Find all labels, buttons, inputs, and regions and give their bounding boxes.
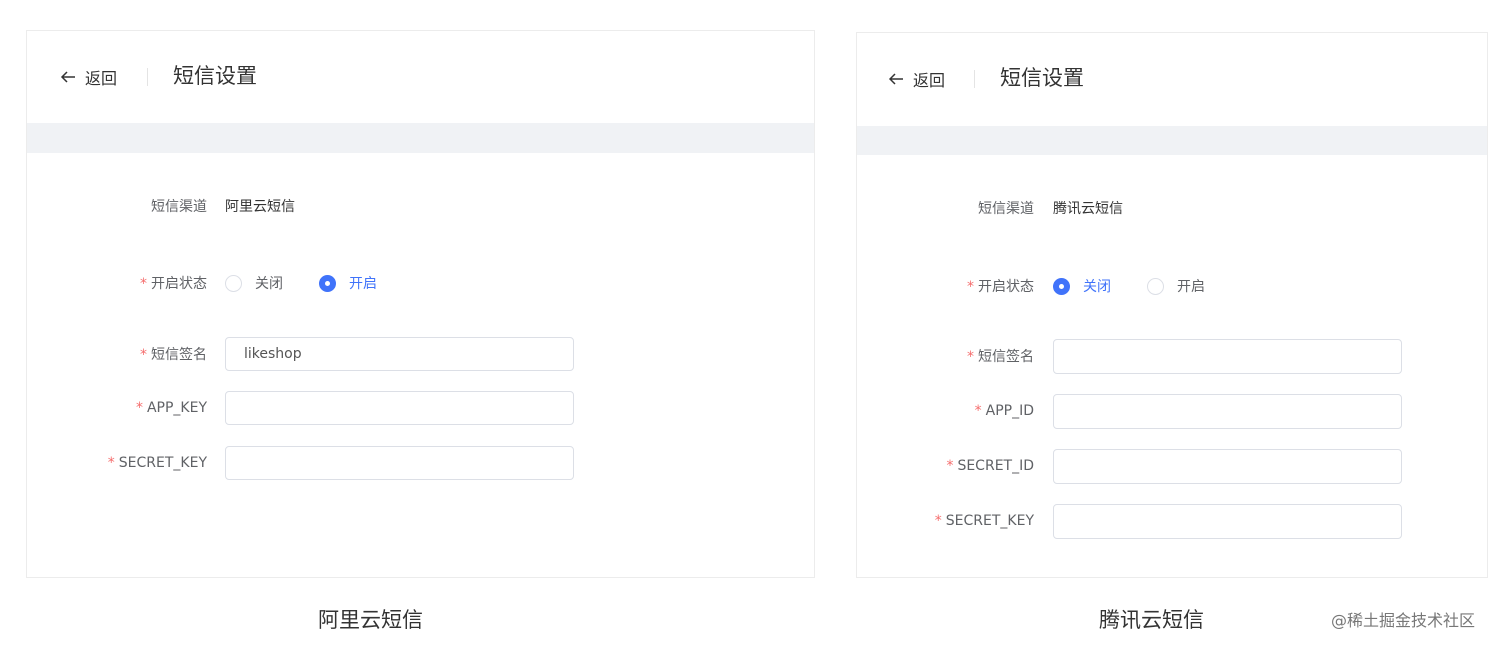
- radio-close-label: 关闭: [255, 276, 283, 292]
- sign-input[interactable]: likeshop: [225, 337, 574, 371]
- page-header: 返回 短信设置: [27, 31, 814, 123]
- sign-row: * 短信签名: [857, 338, 1489, 374]
- app-id-row: * APP_ID: [857, 393, 1489, 429]
- channel-value: 阿里云短信: [225, 199, 295, 215]
- page-header: 返回 短信设置: [857, 33, 1487, 126]
- status-row: * 开启状态 关闭 开启: [857, 269, 1489, 303]
- secret-key-label: * SECRET_KEY: [107, 455, 207, 471]
- sign-label: * 短信签名: [140, 347, 207, 363]
- radio-open-label: 开启: [1177, 279, 1205, 295]
- radio-close-label: 关闭: [1083, 279, 1111, 295]
- back-button[interactable]: 返回: [59, 65, 117, 89]
- aliyun-settings-panel: 返回 短信设置 短信渠道 阿里云短信 * 开启状态 关闭 开启 * 短信签名 l…: [26, 30, 815, 578]
- arrow-left-icon: [60, 71, 75, 83]
- secret-key-row: * SECRET_KEY: [857, 503, 1489, 539]
- status-row: * 开启状态 关闭 开启: [27, 266, 816, 300]
- radio-circle: [225, 274, 242, 292]
- back-button[interactable]: 返回: [887, 67, 945, 91]
- back-label: 返回: [913, 71, 946, 90]
- app-id-input[interactable]: [1053, 393, 1402, 429]
- settings-form: 短信渠道 腾讯云短信 * 开启状态 关闭 开启 * 短信签名 * APP_ID …: [857, 155, 1487, 577]
- radio-open[interactable]: 开启: [319, 273, 377, 293]
- app-id-label: * APP_ID: [974, 403, 1034, 419]
- status-label: * 开启状态: [967, 279, 1034, 295]
- radio-open-label: 开启: [349, 276, 377, 292]
- secret-key-input[interactable]: [225, 446, 574, 480]
- radio-circle-checked: [1053, 277, 1070, 295]
- caption-tencent: 腾讯云短信: [1099, 608, 1204, 632]
- app-key-label: * APP_KEY: [135, 400, 207, 416]
- secret-id-input[interactable]: [1053, 448, 1402, 484]
- page-title: 短信设置: [173, 64, 257, 88]
- back-label: 返回: [85, 69, 118, 88]
- radio-close[interactable]: 关闭: [225, 273, 283, 293]
- page-title: 短信设置: [1000, 66, 1084, 90]
- channel-row: 短信渠道 腾讯云短信: [857, 191, 1489, 225]
- sign-row: * 短信签名 likeshop: [27, 337, 816, 371]
- arrow-left-icon: [888, 73, 903, 85]
- radio-open[interactable]: 开启: [1147, 276, 1205, 296]
- channel-value: 腾讯云短信: [1053, 201, 1123, 217]
- required-mark: *: [140, 276, 147, 292]
- status-label: * 开启状态: [140, 276, 207, 292]
- header-divider: [147, 68, 148, 86]
- secret-key-label: * SECRET_KEY: [934, 513, 1034, 529]
- secret-id-row: * SECRET_ID: [857, 448, 1489, 484]
- tencent-settings-panel: 返回 短信设置 短信渠道 腾讯云短信 * 开启状态 关闭 开启 * 短信签名 *…: [856, 32, 1488, 578]
- radio-circle: [1147, 277, 1164, 295]
- channel-row: 短信渠道 阿里云短信: [27, 189, 816, 223]
- radio-circle-checked: [319, 274, 336, 292]
- app-key-input[interactable]: [225, 391, 574, 425]
- secret-key-input[interactable]: [1053, 503, 1402, 539]
- app-key-row: * APP_KEY: [27, 391, 816, 425]
- sign-label: * 短信签名: [967, 349, 1034, 365]
- caption-aliyun: 阿里云短信: [318, 608, 423, 632]
- channel-label: 短信渠道: [978, 201, 1034, 217]
- settings-form: 短信渠道 阿里云短信 * 开启状态 关闭 开启 * 短信签名 likeshop …: [27, 153, 814, 577]
- sign-input[interactable]: [1053, 338, 1402, 374]
- radio-close[interactable]: 关闭: [1053, 276, 1111, 296]
- watermark: @稀土掘金技术社区: [1331, 611, 1476, 630]
- channel-label: 短信渠道: [151, 199, 207, 215]
- header-divider: [974, 70, 975, 88]
- secret-key-row: * SECRET_KEY: [27, 446, 816, 480]
- secret-id-label: * SECRET_ID: [946, 458, 1034, 474]
